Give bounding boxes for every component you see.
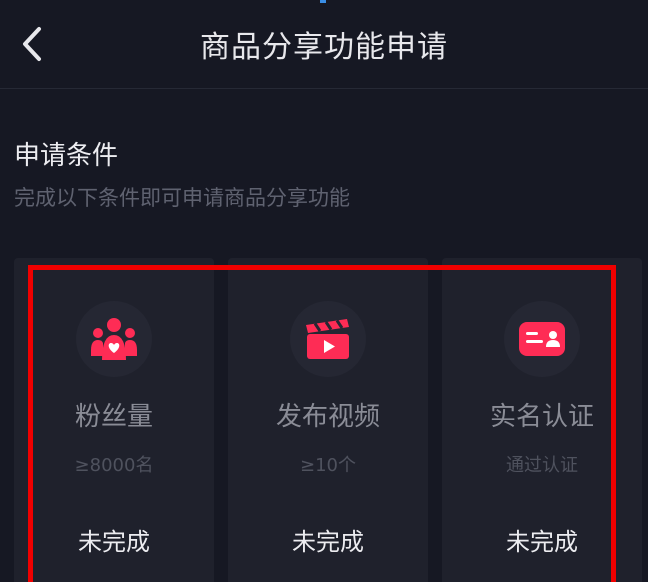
- page-title: 商品分享功能申请: [200, 30, 448, 65]
- card-requirement: 通过认证: [506, 455, 578, 476]
- icon-badge: [290, 301, 366, 377]
- id-card-icon: [519, 322, 565, 356]
- card-requirement: ≥8000名: [74, 455, 154, 476]
- card-status: 未完成: [292, 528, 364, 556]
- card-status: 未完成: [78, 528, 150, 556]
- icon-badge: [504, 301, 580, 377]
- video-clapper-icon: [306, 319, 349, 359]
- conditions-list: 粉丝量 ≥8000名 未完成 发布视频 ≥10个 未完成 实名认证 通过认证 未…: [14, 258, 642, 582]
- card-status: 未完成: [506, 528, 578, 556]
- card-label: 粉丝量: [74, 402, 153, 432]
- status-indicator: [320, 0, 326, 3]
- section-title: 申请条件: [14, 141, 119, 171]
- condition-card-fans: 粉丝量 ≥8000名 未完成: [14, 258, 214, 582]
- nav-bar: 商品分享功能申请: [0, 0, 648, 89]
- card-label: 实名认证: [489, 402, 594, 432]
- fans-icon: [91, 318, 137, 360]
- condition-card-verification: 实名认证 通过认证 未完成: [442, 258, 642, 582]
- condition-card-videos: 发布视频 ≥10个 未完成: [228, 258, 428, 582]
- icon-badge: [76, 301, 152, 377]
- card-label: 发布视频: [275, 402, 380, 432]
- card-requirement: ≥10个: [300, 455, 356, 476]
- section-subtitle: 完成以下条件即可申请商品分享功能: [14, 186, 350, 210]
- app-screen: 商品分享功能申请 申请条件 完成以下条件即可申请商品分享功能 粉丝量 ≥8000…: [0, 0, 648, 582]
